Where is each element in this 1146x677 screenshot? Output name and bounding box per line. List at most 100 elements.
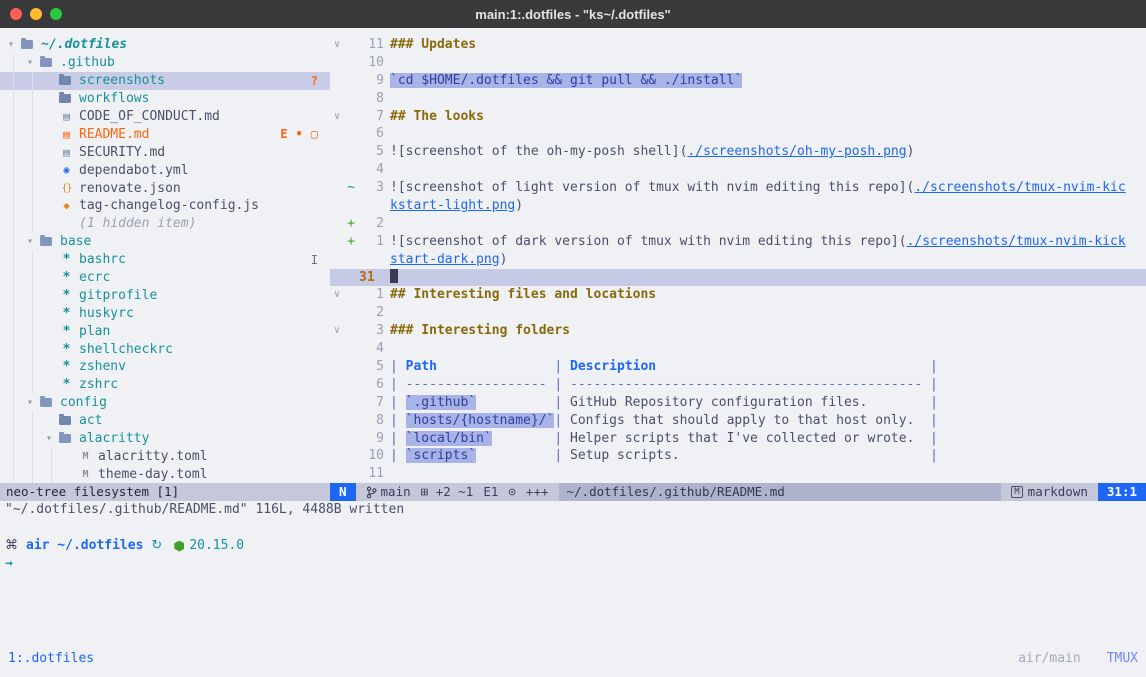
tree-item-badge: ? (311, 74, 318, 88)
tree-item[interactable]: ▤SECURITY.md (0, 143, 330, 161)
text-segment: | (922, 395, 938, 410)
fold-marker (330, 179, 344, 197)
tree-item[interactable]: *zshenv (0, 358, 330, 376)
indent-guide (32, 340, 46, 358)
line-number: 11 (358, 465, 384, 483)
line-number: 6 (358, 125, 384, 143)
text-segment: ### Updates (390, 37, 476, 52)
tree-item[interactable]: ◉dependabot.yml (0, 161, 330, 179)
tree-item[interactable]: *bashrcI (0, 251, 330, 269)
tree-item[interactable]: Mtheme-day.toml (0, 465, 330, 483)
line-text: start-dark.png) (390, 251, 507, 269)
editor-line[interactable]: ∨11### Updates (330, 36, 1146, 54)
text-segment: `scripts` (406, 448, 476, 463)
editor-line[interactable]: 5| Path | Description | (330, 358, 1146, 376)
tree-item[interactable]: ▤CODE_OF_CONDUCT.md (0, 108, 330, 126)
tree-item[interactable]: act (0, 412, 330, 430)
text-segment: Path (406, 359, 437, 374)
tree-item[interactable]: ▾.github (0, 54, 330, 72)
editor-line[interactable]: 9`cd $HOME/.dotfiles && git pull && ./in… (330, 72, 1146, 90)
tree-item[interactable]: ▤README.mdE•▢ (0, 125, 330, 143)
tree-item[interactable]: *gitprofile (0, 286, 330, 304)
editor-line[interactable]: +2 (330, 215, 1146, 233)
js-icon: ◆ (59, 199, 74, 212)
editor-line[interactable]: 6| ------------------ | ----------------… (330, 376, 1146, 394)
fold-marker (330, 233, 344, 251)
editor-line[interactable]: 9| `local/bin` | Helper scripts that I'v… (330, 430, 1146, 448)
editor-line[interactable]: ∨1## Interesting files and locations (330, 286, 1146, 304)
tree-item-label: ecrc (79, 270, 110, 285)
tree-item[interactable]: ▾~/.dotfiles (0, 36, 330, 54)
indent-guide (32, 269, 46, 287)
line-number (358, 251, 384, 269)
tree-item[interactable]: *huskyrc (0, 304, 330, 322)
editor-line[interactable]: ∨7## The looks (330, 108, 1146, 126)
tree-item[interactable]: *plan (0, 322, 330, 340)
fold-marker (330, 412, 344, 430)
tmux-window-tab[interactable]: 1:.dotfiles (8, 651, 94, 666)
text-segment (476, 448, 546, 463)
tree-item-label: (1 hidden item) (79, 216, 196, 231)
editor-line[interactable]: 7| `.github` | GitHub Repository configu… (330, 394, 1146, 412)
editor-line[interactable]: 10 (330, 54, 1146, 72)
tree-item-label: plan (79, 324, 110, 339)
shell-prompt[interactable]: ⌘ air ~/.dotfiles ↻ 20.15.0 (0, 537, 1146, 555)
git-sign (344, 340, 358, 358)
git-sign (344, 251, 358, 269)
text-segment: ![screenshot of light version of tmux wi… (390, 180, 914, 195)
zoom-button[interactable] (50, 8, 62, 20)
json-icon: {} (59, 183, 74, 194)
editor-line[interactable]: kstart-light.png) (330, 197, 1146, 215)
tree-item[interactable]: {}renovate.json (0, 179, 330, 197)
tree-item-label: zshenv (79, 359, 126, 374)
editor-pane[interactable]: ∨11### Updates109`cd $HOME/.dotfiles && … (330, 28, 1146, 483)
tree-item[interactable]: ▾alacritty (0, 430, 330, 448)
text-segment: start-dark.png (390, 252, 500, 267)
text-segment: | (554, 413, 570, 428)
close-button[interactable] (10, 8, 22, 20)
indent-guide (13, 215, 27, 233)
editor-line[interactable]: start-dark.png) (330, 251, 1146, 269)
minimize-button[interactable] (30, 8, 42, 20)
tree-item-badge: E (280, 127, 287, 141)
editor-line[interactable]: 11 (330, 465, 1146, 483)
editor-line[interactable]: 8| `hosts/{hostname}/`| Configs that sho… (330, 412, 1146, 430)
text-segment: ## Interesting files and locations (390, 287, 656, 302)
git-sign (344, 197, 358, 215)
editor-line[interactable]: 4 (330, 161, 1146, 179)
tree-item[interactable]: ◆tag-changelog-config.js (0, 197, 330, 215)
editor-line[interactable]: 5![screenshot of the oh-my-posh shell](.… (330, 143, 1146, 161)
tree-item[interactable]: *shellcheckrc (0, 340, 330, 358)
tree-item-label: gitprofile (79, 288, 157, 303)
line-number: 10 (358, 54, 384, 72)
tree-item[interactable]: *ecrc (0, 269, 330, 287)
editor-line[interactable]: 10| `scripts` | Setup scripts. | (330, 447, 1146, 465)
editor-line[interactable]: ~3![screenshot of light version of tmux … (330, 179, 1146, 197)
tree-item[interactable]: *zshrc (0, 376, 330, 394)
line-number: 11 (358, 36, 384, 54)
markdown-icon: M (1011, 486, 1022, 498)
line-text: | `scripts` | Setup scripts. | (390, 447, 938, 465)
git-sign: + (344, 233, 358, 251)
folder-open-icon (40, 237, 52, 246)
line-number: 31 (358, 269, 384, 287)
tree-item[interactable]: ▾config (0, 394, 330, 412)
shell-pane[interactable]: ⌘ air ~/.dotfiles ↻ 20.15.0 → (0, 519, 1146, 573)
tree-item[interactable]: workflows (0, 90, 330, 108)
tree-item[interactable]: (1 hidden item) (0, 215, 330, 233)
line-text: ![screenshot of dark version of tmux wit… (390, 233, 1126, 251)
indent-guide (13, 251, 27, 269)
editor-line[interactable]: 8 (330, 90, 1146, 108)
editor-line[interactable]: ∨3### Interesting folders (330, 322, 1146, 340)
tree-item[interactable]: Malacritty.toml (0, 447, 330, 465)
editor-line[interactable]: 6 (330, 125, 1146, 143)
editor-line[interactable]: 4 (330, 340, 1146, 358)
text-segment: kstart-light.png (390, 198, 515, 213)
editor-line[interactable]: 2 (330, 304, 1146, 322)
tree-item[interactable]: screenshots? (0, 72, 330, 90)
tree-item-badge: ▢ (311, 127, 318, 141)
editor-line[interactable]: +1![screenshot of dark version of tmux w… (330, 233, 1146, 251)
tree-item[interactable]: ▾base (0, 233, 330, 251)
editor-line[interactable]: 31 (330, 269, 1146, 287)
line-text: kstart-light.png) (390, 197, 523, 215)
